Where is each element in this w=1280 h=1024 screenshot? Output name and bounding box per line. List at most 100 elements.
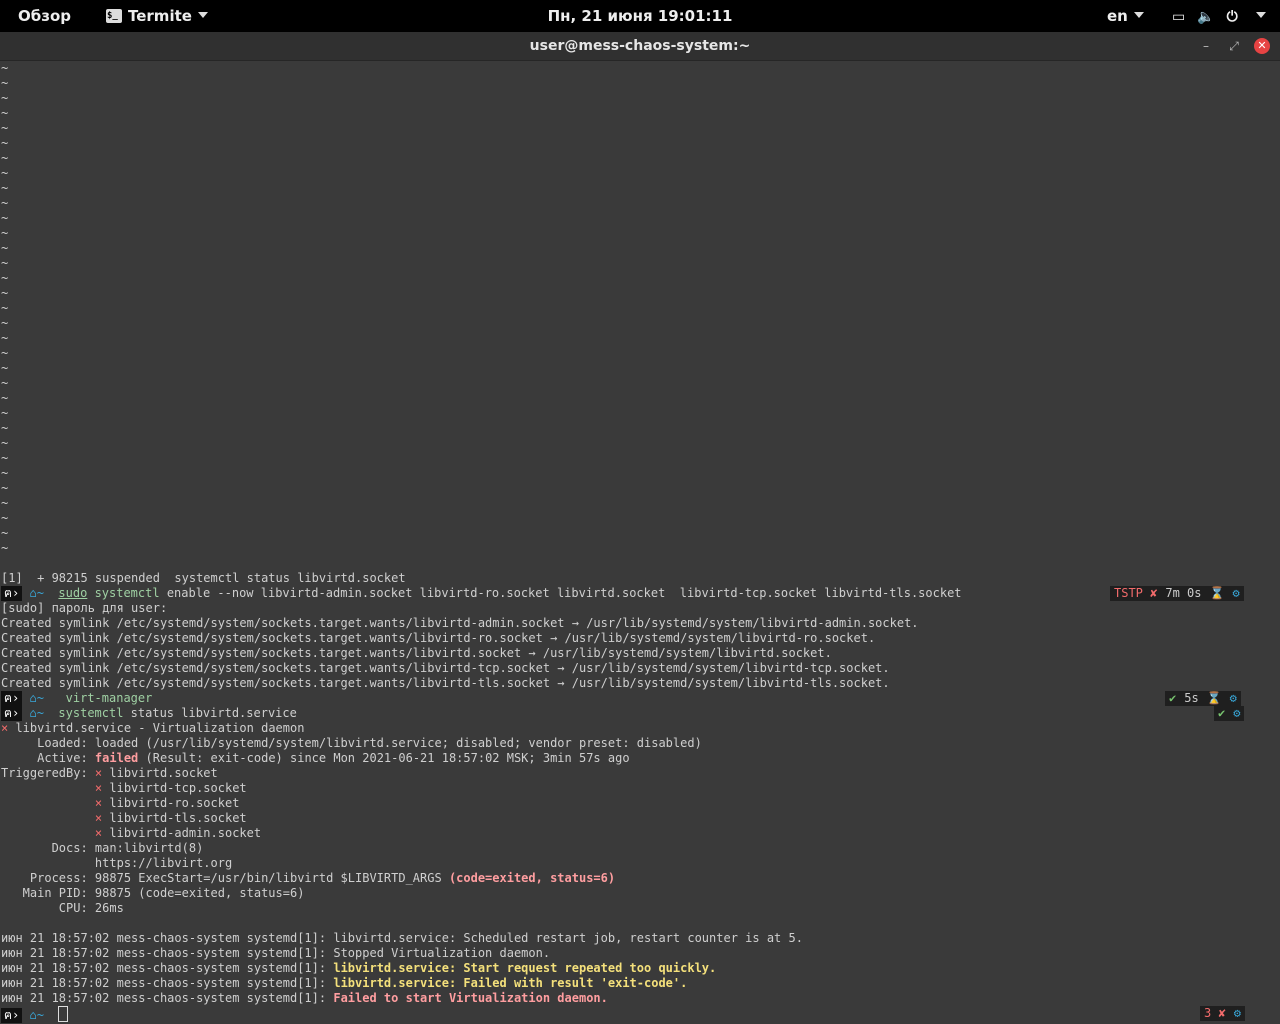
- tilde-line: ~: [1, 226, 9, 240]
- trigger-indent: [1, 796, 95, 810]
- journal-prefix: июн 21 18:57:02 mess-chaos-system system…: [1, 961, 334, 975]
- hourglass-icon: ⌛: [1202, 691, 1226, 706]
- failed-x-icon: ×: [94, 796, 110, 810]
- clock[interactable]: Пн, 21 июня 19:01:11: [548, 7, 733, 25]
- system-menu[interactable]: ▭ 🔈 ⏻: [1172, 0, 1266, 32]
- tilde-line: ~: [1, 76, 9, 90]
- tilde-line: ~: [1, 91, 9, 105]
- journal-line: июн 21 18:57:02 mess-chaos-system system…: [1, 976, 687, 991]
- os-logo-icon: ฅ›: [1, 1008, 23, 1023]
- tilde-line: ~: [1, 241, 9, 255]
- prompt-dir: ~: [36, 706, 44, 720]
- terminal-icon: [106, 0, 122, 32]
- failed-x-icon: ×: [94, 826, 110, 840]
- terminal-area[interactable]: ~ ~ ~ ~ ~ ~ ~ ~ ~ ~ ~ ~ ~ ~ ~ ~ ~ ~ ~ ~ ~ ~ ~ ~ ~ ~ ~ ~ ~ ~ ~ ~ ~ [1] + …: [0, 61, 1280, 1024]
- sudo-prompt: [sudo] пароль для user:: [1, 601, 168, 615]
- app-menu[interactable]: Termite: [106, 0, 208, 32]
- status-cpu: CPU: 26ms: [1, 901, 124, 915]
- tilde-line: ~: [1, 451, 9, 465]
- trigger-line: × libvirtd-admin.socket: [1, 826, 261, 841]
- home-icon: ⌂: [29, 586, 37, 600]
- tilde-line: ~: [1, 541, 9, 555]
- trigger-line: × libvirtd-tcp.socket: [1, 781, 247, 796]
- tilde-line: ~: [1, 121, 9, 135]
- home-icon: ⌂: [29, 1008, 37, 1022]
- failed-x-icon: ×: [94, 766, 110, 780]
- exit-status: TSTP ✘: [1110, 586, 1162, 601]
- active-state: failed: [94, 751, 139, 765]
- right-prompt-4: 3 ✘ ⚙: [1200, 1006, 1245, 1021]
- status-mainpid: Main PID: 98875 (code=exited, status=6): [1, 886, 305, 900]
- trigger-name: libvirtd-tls.socket: [109, 811, 247, 825]
- symlink-line: Created symlink /etc/systemd/system/sock…: [1, 646, 832, 660]
- symlink-line: Created symlink /etc/systemd/system/sock…: [1, 676, 890, 690]
- symlink-line: Created symlink /etc/systemd/system/sock…: [1, 616, 919, 630]
- terminal-window: user@mess-chaos-system:~ – ⤢ ✕ ~ ~ ~ ~ ~ ~ ~ ~ ~…: [0, 32, 1280, 1024]
- cmd-bin: systemctl: [94, 586, 160, 600]
- power-icon: ⏻: [1226, 9, 1238, 25]
- tilde-line: ~: [1, 106, 9, 120]
- maximize-button[interactable]: ⤢: [1225, 37, 1243, 55]
- gear-icon: ⚙: [1228, 586, 1244, 601]
- journal-line: июн 21 18:57:02 mess-chaos-system system…: [1, 961, 716, 976]
- status-header-text: libvirtd.service - Virtualization daemon: [8, 721, 305, 735]
- exit-status: ✔: [1214, 706, 1230, 721]
- keyboard-layout-menu[interactable]: en: [1107, 0, 1144, 32]
- job-line: [1] + 98215 suspended systemctl status l…: [1, 571, 406, 585]
- right-prompt-1: TSTP ✘ 7m 0s ⌛ ⚙: [1110, 586, 1244, 601]
- trigger-line: TriggeredBy: × libvirtd.socket: [1, 766, 218, 781]
- symlink-line: Created symlink /etc/systemd/system/sock…: [1, 661, 890, 675]
- trigger-name: libvirtd-tcp.socket: [109, 781, 247, 795]
- exec-time: 5s: [1180, 691, 1203, 706]
- trigger-indent: [1, 811, 95, 825]
- journal-message: Failed to start Virtualization daemon.: [333, 991, 608, 1005]
- tilde-line: ~: [1, 466, 9, 480]
- tilde-line: ~: [1, 256, 9, 270]
- tilde-line: ~: [1, 151, 9, 165]
- close-button[interactable]: ✕: [1254, 38, 1270, 54]
- hourglass-icon: ⌛: [1205, 586, 1229, 601]
- tilde-line: ~: [1, 196, 9, 210]
- trigger-line: × libvirtd-ro.socket: [1, 796, 240, 811]
- active-rest: (Result: exit-code) since Mon 2021-06-21…: [138, 751, 630, 765]
- chevron-down-icon: [1255, 12, 1266, 18]
- exit-status: 3 ✘: [1200, 1006, 1230, 1021]
- journal-message: Stopped Virtualization daemon.: [333, 946, 551, 960]
- gear-icon: ⚙: [1225, 691, 1241, 706]
- right-prompt-2: ✔ 5s ⌛ ⚙: [1165, 691, 1241, 706]
- exec-time: 7m 0s: [1161, 586, 1206, 601]
- failed-x-icon: ×: [94, 811, 110, 825]
- journal-message: libvirtd.service: Failed with result 'ex…: [333, 976, 688, 990]
- trigger-name: libvirtd-ro.socket: [109, 796, 240, 810]
- status-active: Active: failed (Result: exit-code) since…: [1, 751, 630, 766]
- os-logo-icon: ฅ›: [1, 706, 23, 721]
- trigger-indent: [1, 781, 95, 795]
- journal-message: libvirtd.service: Scheduled restart job,…: [333, 931, 803, 945]
- status-docs: Docs: man:libvirtd(8): [1, 841, 204, 855]
- prompt-dir: ~: [36, 691, 44, 705]
- home-icon: ⌂: [29, 691, 37, 705]
- journal-prefix: июн 21 18:57:02 mess-chaos-system system…: [1, 976, 334, 990]
- process-text: Process: 98875 ExecStart=/usr/bin/libvir…: [1, 871, 449, 885]
- os-logo-icon: ฅ›: [1, 691, 23, 706]
- trigger-indent: [1, 826, 95, 840]
- trigger-name: libvirtd-admin.socket: [109, 826, 262, 840]
- screen-icon: ▭: [1172, 9, 1186, 25]
- activities-button[interactable]: Обзор: [18, 0, 71, 32]
- cmd-args: enable --now libvirtd-admin.socket libvi…: [159, 586, 962, 600]
- cmd-sudo: sudo: [58, 586, 88, 600]
- status-docs2: https://libvirt.org: [1, 856, 233, 870]
- active-label: Active:: [1, 751, 95, 765]
- triggered-label: TriggeredBy:: [1, 766, 95, 780]
- top-bar: Обзор Termite Пн, 21 июня 19:01:11 en ▭ 🔈…: [0, 0, 1280, 32]
- right-prompt-3: ✔ ⚙: [1214, 706, 1245, 721]
- minimize-button[interactable]: –: [1197, 37, 1215, 55]
- window-titlebar[interactable]: user@mess-chaos-system:~ – ⤢ ✕: [0, 32, 1280, 61]
- tilde-line: ~: [1, 361, 9, 375]
- prompt-dir: ~: [36, 586, 44, 600]
- trigger-line: × libvirtd-tls.socket: [1, 811, 247, 826]
- tilde-line: ~: [1, 436, 9, 450]
- tilde-line: ~: [1, 136, 9, 150]
- tilde-line: ~: [1, 481, 9, 495]
- prompt-dir: ~: [36, 1008, 44, 1022]
